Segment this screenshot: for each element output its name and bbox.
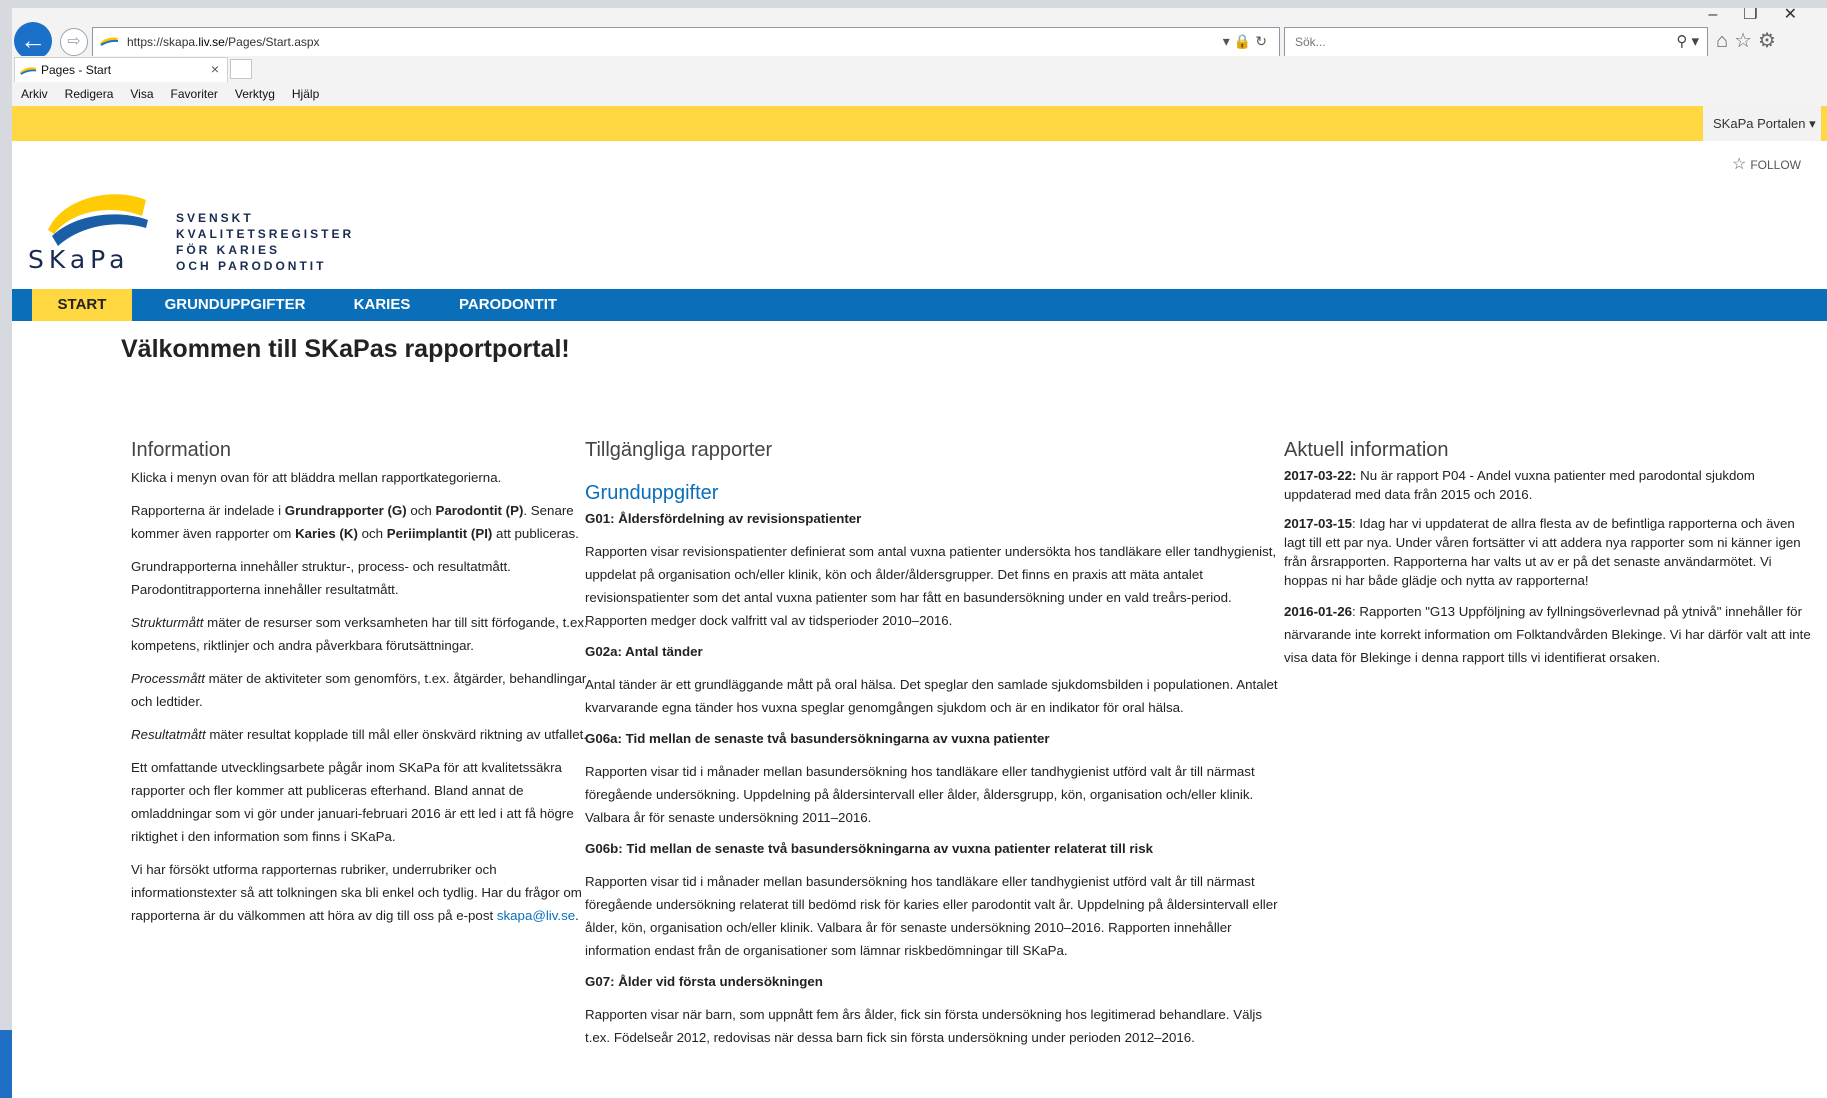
settings-gear-icon[interactable]: ⚙ [1758, 30, 1782, 52]
news-date: 2017-03-22: [1284, 468, 1357, 483]
info-text: Grundrapporterna innehåller struktur-, p… [131, 559, 511, 597]
forward-arrow-icon[interactable]: ⇨ [60, 28, 88, 56]
search-icon[interactable]: ⚲ ▾ [1676, 32, 1699, 50]
news-date: 2016-01-26 [1284, 604, 1353, 619]
page-title: Välkommen till SKaPas rapportportal! [121, 335, 570, 363]
url-icons: ▾🔒↻ [1223, 33, 1271, 50]
refresh-icon[interactable]: ↻ [1255, 33, 1271, 49]
menu-hjalp[interactable]: Hjälp [283, 82, 327, 101]
news-heading: Aktuell information [1284, 439, 1449, 461]
search-input[interactable] [1293, 34, 1637, 50]
info-text: Resultatmått mäter resultat kopplade til… [131, 727, 587, 742]
reports-column: Tillgängliga rapporter Grunduppgifter G0… [585, 437, 1285, 1057]
tab-title: Pages - Start [41, 63, 112, 77]
info-text: Rapporterna är indelade i Grundrapporter… [131, 503, 579, 541]
reports-heading: Tillgängliga rapporter [585, 439, 773, 461]
info-text: Vi har försökt utforma rapporternas rubr… [131, 862, 582, 923]
back-arrow-icon[interactable]: ← [14, 22, 52, 60]
nav-karies[interactable]: KARIES [330, 289, 434, 321]
report-description: Rapporten visar tid i månader mellan bas… [585, 874, 1278, 958]
home-icon[interactable]: ⌂ [1716, 30, 1734, 52]
toolbar-icons: ⌂☆⚙ [1716, 28, 1782, 53]
new-tab-button[interactable] [230, 59, 252, 79]
news-date: 2017-03-15 [1284, 516, 1353, 531]
menu-redigera[interactable]: Redigera [56, 82, 122, 101]
search-box[interactable]: ⚲ ▾ [1284, 27, 1708, 57]
window-controls: –❐✕ [1708, 8, 1823, 24]
news-column: Aktuell information 2017-03-22: Nu är ra… [1284, 437, 1814, 679]
menu-visa[interactable]: Visa [121, 82, 161, 101]
information-heading: Information [131, 439, 232, 461]
star-icon: ☆ [1731, 156, 1747, 173]
email-link[interactable]: skapa@liv.se [497, 908, 575, 923]
url-field[interactable]: https://skapa.liv.se/Pages/Start.aspx ▾🔒… [92, 27, 1280, 57]
skapa-favicon-icon [100, 37, 119, 46]
browser-window: ← ⇨ https://skapa.liv.se/Pages/Start.asp… [12, 8, 1827, 1098]
tab-row: Pages - Start × [12, 56, 1827, 82]
menu-arkiv[interactable]: Arkiv [12, 82, 56, 101]
report-title: G06a: Tid mellan de senaste två basunder… [585, 731, 1050, 746]
report-title: G06b: Tid mellan de senaste två basunder… [585, 841, 1154, 856]
tab-pages-start[interactable]: Pages - Start × [14, 57, 228, 82]
url-text: https://skapa.liv.se/Pages/Start.aspx [127, 35, 320, 49]
menu-bar: Arkiv Redigera Visa Favoriter Verktyg Hjälp [12, 82, 1827, 106]
report-description: Rapporten visar tid i månader mellan bas… [585, 764, 1255, 825]
skapa-favicon-icon [19, 67, 37, 75]
report-title: G07: Ålder vid första undersökningen [585, 974, 823, 989]
info-text: Processmått mäter de aktiviteter som gen… [131, 671, 587, 709]
menu-verktyg[interactable]: Verktyg [226, 82, 283, 101]
logo-name: SKaPa [28, 245, 130, 274]
close-window-icon[interactable]: ✕ [1784, 8, 1823, 23]
info-text: Strukturmått mäter de resurser som verks… [131, 615, 588, 653]
nav-grunduppgifter[interactable]: GRUNDUPPGIFTER [142, 289, 328, 321]
report-description: Rapporten visar revisionspatienter defin… [585, 544, 1277, 628]
portal-menu[interactable]: SKaPa Portalen ▾ [1703, 106, 1821, 141]
news-item: 2016-01-26: Rapporten "G13 Uppföljning a… [1284, 604, 1811, 665]
logo-text: SVENSKT KVALITETSREGISTER FÖR KARIES OCH… [176, 211, 355, 273]
minimize-icon[interactable]: – [1708, 8, 1743, 23]
dropdown-icon[interactable]: ▾ [1223, 33, 1234, 49]
news-item: 2017-03-22: Nu är rapport P04 - Andel vu… [1284, 468, 1755, 502]
nav-start[interactable]: START [32, 289, 132, 321]
logo-swoosh-icon [48, 194, 148, 246]
menu-favoriter[interactable]: Favoriter [162, 82, 226, 101]
favorites-star-icon[interactable]: ☆ [1734, 30, 1758, 52]
suite-bar: SKaPa Portalen ▾ [12, 106, 1827, 141]
close-tab-icon[interactable]: × [211, 61, 219, 77]
follow-row: ☆ FOLLOW [12, 141, 1827, 183]
lock-icon[interactable]: 🔒 [1234, 33, 1255, 49]
info-text: Klicka i menyn ovan för att bläddra mell… [131, 470, 502, 485]
restore-icon[interactable]: ❐ [1743, 8, 1783, 23]
main-nav: START GRUNDUPPGIFTER KARIES PARODONTIT [12, 289, 1827, 321]
report-description: Antal tänder är ett grundläggande mått p… [585, 677, 1278, 715]
report-description: Rapporten visar när barn, som uppnått fe… [585, 1007, 1263, 1045]
follow-button[interactable]: ☆ FOLLOW [1732, 154, 1801, 174]
news-item: 2017-03-15: Idag har vi uppdaterat de al… [1284, 516, 1801, 588]
report-title: G01: Åldersfördelning av revisionspatien… [585, 511, 862, 526]
skapa-logo[interactable]: SKaPa SVENSKT KVALITETSREGISTER FÖR KARI… [28, 190, 358, 280]
report-title: G02a: Antal tänder [585, 644, 703, 659]
information-column: Information Klicka i menyn ovan för att … [131, 437, 591, 937]
nav-parodontit[interactable]: PARODONTIT [436, 289, 580, 321]
reports-subheading[interactable]: Grunduppgifter [585, 481, 1285, 505]
address-bar-row: ← ⇨ https://skapa.liv.se/Pages/Start.asp… [12, 8, 1827, 60]
info-text: Ett omfattande utvecklingsarbete pågår i… [131, 760, 574, 844]
